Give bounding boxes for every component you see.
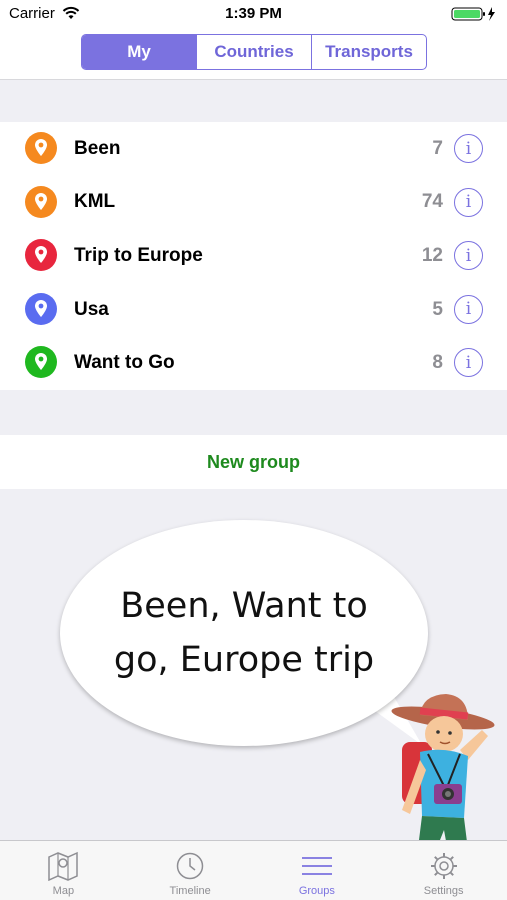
group-count: 8 — [432, 352, 443, 374]
info-icon[interactable]: i — [454, 241, 483, 271]
tab-label: Settings — [423, 885, 464, 897]
segment-my[interactable]: My — [82, 35, 196, 69]
group-count: 12 — [421, 244, 443, 266]
tab-label: Map — [52, 885, 75, 897]
group-name: Been — [74, 137, 121, 159]
map-pin-icon — [25, 132, 57, 164]
map-pin-icon — [25, 185, 57, 218]
group-row-been[interactable]: Been 7 i — [0, 122, 507, 176]
promo-line-1: Been, Want to — [120, 586, 368, 626]
tab-timeline[interactable]: Timeline — [127, 841, 254, 900]
info-icon[interactable]: i — [454, 348, 483, 378]
menu-lines-icon — [301, 857, 332, 875]
group-row-want-to-go[interactable]: Want to Go 8 i — [0, 336, 507, 390]
map-pin-icon — [25, 292, 57, 325]
map-pin-icon — [25, 346, 57, 379]
map-icon — [48, 851, 79, 881]
info-icon[interactable]: i — [454, 187, 483, 217]
group-name: Want to Go — [74, 352, 175, 374]
group-count: 74 — [421, 191, 443, 213]
segmented-control: My Countries Transports — [81, 34, 427, 70]
status-time: 1:39 PM — [225, 5, 282, 22]
promo-line-2: go, Europe trip — [113, 640, 375, 680]
battery-icon — [451, 7, 495, 21]
tab-groups[interactable]: Groups — [254, 841, 381, 900]
tab-map[interactable]: Map — [0, 841, 127, 900]
header: My Countries Transports — [0, 28, 507, 80]
segment-transports[interactable]: Transports — [311, 35, 426, 69]
tab-label: Groups — [298, 885, 335, 897]
info-icon[interactable]: i — [454, 134, 483, 163]
group-row-kml[interactable]: KML 74 i — [0, 176, 507, 230]
group-row-trip-to-europe[interactable]: Trip to Europe 12 i — [0, 229, 507, 283]
clock-icon — [176, 852, 204, 880]
tab-settings[interactable]: Settings — [380, 841, 507, 900]
group-name: Usa — [74, 298, 109, 320]
group-row-usa[interactable]: Usa 5 i — [0, 283, 507, 337]
info-icon[interactable]: i — [454, 294, 483, 324]
group-count: 5 — [432, 298, 443, 320]
group-name: KML — [74, 191, 116, 213]
tab-label: Timeline — [169, 885, 211, 897]
segment-countries[interactable]: Countries — [196, 35, 311, 69]
gear-icon — [430, 853, 457, 879]
tab-bar: Map Timeline Groups Settings — [0, 840, 507, 900]
status-bar: Carrier 1:39 PM — [0, 0, 507, 28]
group-list: Been 7 i KML 74 i Trip to Europe 12 i Us… — [0, 122, 507, 390]
map-pin-icon — [25, 239, 57, 272]
group-name: Trip to Europe — [74, 244, 203, 266]
new-group-button[interactable]: New group — [0, 435, 507, 489]
group-count: 7 — [432, 137, 443, 159]
